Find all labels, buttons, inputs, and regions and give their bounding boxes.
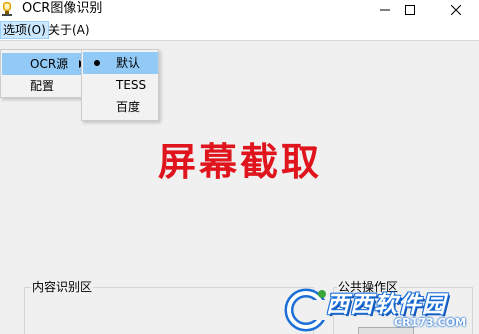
menu-item-config-label: 配置 bbox=[30, 79, 55, 93]
title-bar: OCR图像识别 bbox=[0, 0, 479, 20]
window-title: OCR图像识别 bbox=[22, 1, 103, 16]
menu-bar: 选项(O) 关于(A) bbox=[0, 20, 479, 40]
screen-capture-button[interactable]: 屏幕截取 bbox=[140, 128, 340, 188]
close-icon bbox=[451, 5, 461, 15]
menu-item-config[interactable]: 配置 bbox=[2, 75, 89, 97]
submenu-item-baidu-label: 百度 bbox=[116, 100, 141, 114]
options-dropdown: OCR源 配置 bbox=[0, 49, 90, 98]
maximize-button[interactable] bbox=[395, 0, 425, 20]
watermark-logo: 西西软件园 CR173.COM bbox=[282, 282, 479, 334]
watermark-brand: 西西软件园 bbox=[326, 292, 446, 318]
content-recognition-title: 内容识别区 bbox=[31, 279, 94, 295]
menu-options[interactable]: 选项(O) bbox=[0, 21, 49, 39]
content-recognition-group: 内容识别区 bbox=[24, 279, 314, 334]
maximize-icon bbox=[405, 5, 415, 15]
submenu-item-default-label: 默认 bbox=[116, 56, 141, 70]
ocr-source-submenu: 默认 TESS 百度 bbox=[81, 49, 159, 121]
menubar-divider bbox=[0, 40, 479, 41]
submenu-item-baidu[interactable]: 百度 bbox=[83, 96, 158, 118]
menu-item-ocr-source-label: OCR源 bbox=[30, 57, 69, 71]
submenu-item-default[interactable]: 默认 bbox=[83, 52, 158, 74]
menu-item-ocr-source[interactable]: OCR源 bbox=[2, 53, 89, 75]
minimize-icon bbox=[380, 9, 390, 11]
menu-about[interactable]: 关于(A) bbox=[46, 21, 92, 39]
watermark-url: CR173.COM bbox=[394, 316, 467, 329]
close-button[interactable] bbox=[441, 0, 471, 20]
submenu-item-tess-label: TESS bbox=[116, 78, 147, 92]
radio-bullet-icon bbox=[94, 60, 100, 66]
submenu-item-tess[interactable]: TESS bbox=[83, 74, 158, 96]
app-icon bbox=[0, 1, 14, 17]
